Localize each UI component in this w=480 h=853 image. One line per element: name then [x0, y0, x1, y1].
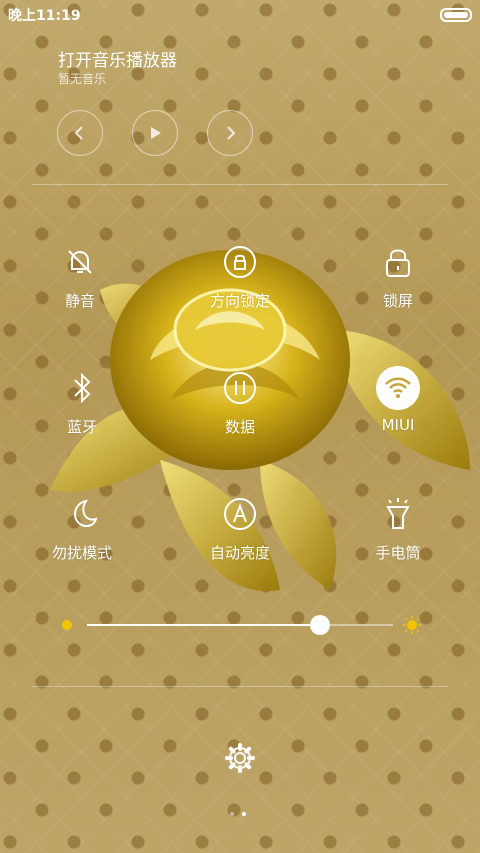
divider	[32, 686, 448, 687]
toggle-label: 自动亮度	[209, 544, 270, 562]
auto-brightness-icon	[224, 498, 256, 530]
toggle-mute[interactable]: 静音	[20, 240, 140, 311]
toggle-bluetooth[interactable]: 蓝牙	[22, 366, 142, 437]
sun-small-icon	[62, 620, 72, 630]
moon-icon	[74, 499, 98, 528]
music-open-player[interactable]: 打开音乐播放器	[58, 46, 177, 71]
rotation-lock-icon	[224, 246, 256, 278]
page-indicator	[230, 812, 246, 816]
wifi-icon	[385, 377, 411, 398]
bluetooth-icon	[74, 372, 91, 404]
divider	[32, 184, 448, 185]
chevron-right-icon	[227, 126, 236, 140]
toggle-label: 手电筒	[375, 544, 421, 562]
bell-muted-icon	[68, 250, 92, 274]
toggle-label: 静音	[64, 292, 95, 310]
toggle-flashlight[interactable]: 手电筒	[338, 492, 458, 563]
page-dot-current[interactable]	[242, 812, 246, 816]
toggle-label: 方向锁定	[209, 292, 270, 310]
status-bar: 晚上11:19	[0, 0, 480, 28]
toggle-label: 勿扰模式	[51, 544, 112, 562]
music-status: 暂无音乐	[58, 72, 107, 86]
battery-icon	[440, 8, 472, 22]
lock-icon	[386, 249, 410, 277]
toggle-label: 蓝牙	[66, 418, 97, 436]
toggle-label: MIUI	[381, 416, 415, 434]
toggle-mobile-data[interactable]: 数据	[180, 366, 300, 437]
toggle-do-not-disturb[interactable]: 勿扰模式	[22, 492, 142, 563]
play-button[interactable]	[132, 110, 178, 156]
brightness-fill	[87, 624, 320, 626]
previous-button[interactable]	[57, 110, 103, 156]
toggle-lock-screen[interactable]: 锁屏	[338, 240, 458, 311]
brightness-slider[interactable]	[55, 612, 425, 638]
settings-gear-icon[interactable]	[224, 742, 256, 774]
clock: 晚上11:19	[8, 8, 81, 24]
sun-large-icon	[403, 616, 421, 634]
mobile-data-icon	[224, 372, 256, 404]
flashlight-icon	[386, 498, 410, 529]
play-icon	[151, 127, 161, 139]
toggle-label: 锁屏	[382, 292, 413, 310]
toggle-auto-brightness[interactable]: 自动亮度	[180, 492, 300, 563]
toggle-rotation-lock[interactable]: 方向锁定	[180, 240, 300, 311]
toggle-label: 数据	[224, 418, 255, 436]
next-button[interactable]	[207, 110, 253, 156]
page-dot[interactable]	[230, 812, 234, 816]
brightness-knob[interactable]	[309, 615, 330, 635]
toggle-wifi[interactable]: MIUI	[338, 366, 458, 434]
chevron-left-icon	[74, 126, 83, 140]
